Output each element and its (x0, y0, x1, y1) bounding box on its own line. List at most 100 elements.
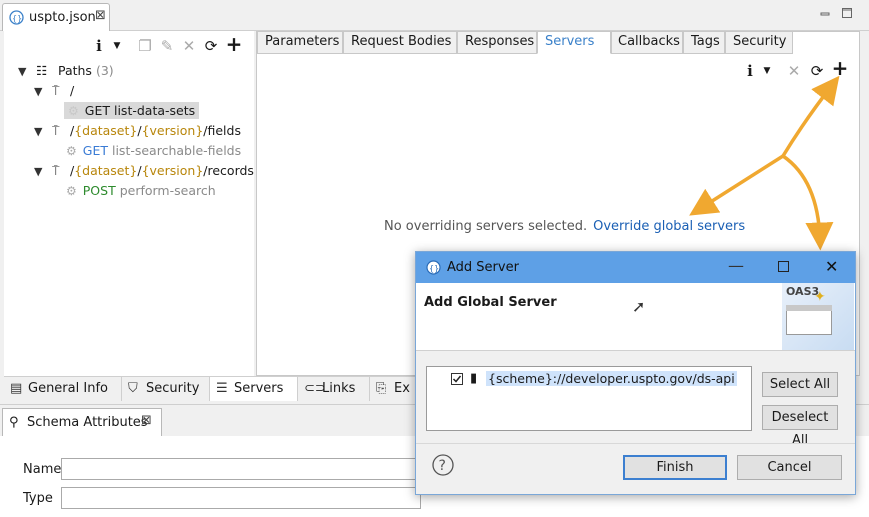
schema-tab-label: Schema Attributes (27, 415, 148, 430)
edit-icon[interactable]: ✎ (158, 37, 176, 55)
select-all-button[interactable]: Select All (762, 372, 838, 397)
svg-text:{}: {} (429, 264, 439, 273)
operation-name: perform-search (119, 183, 216, 198)
tab-label: Ex (394, 381, 410, 396)
root-path-label: / (69, 83, 75, 98)
table-icon: ▤ (10, 381, 23, 396)
chevron-down-icon[interactable]: ▼ (18, 62, 32, 82)
tab-general-info[interactable]: ▤ General Info (4, 377, 122, 401)
tab-callbacks[interactable]: Callbacks (611, 32, 683, 54)
refresh-icon[interactable]: ⟳ (202, 37, 220, 55)
tab-request-bodies[interactable]: Request Bodies (343, 32, 457, 54)
path-pin-icon: ⍑ (51, 83, 60, 98)
selected-operation: ⚙ GET list-data-sets (64, 102, 200, 119)
type-field[interactable] (61, 487, 421, 509)
server-url: {scheme}://developer.uspto.gov/ds-api (486, 371, 737, 386)
shield-icon: ⛉ (128, 381, 138, 396)
examples-icon: ⎘ (376, 381, 387, 396)
tab-label: General Info (28, 381, 108, 396)
editor-tab-uspto[interactable]: {} uspto.json ⊠ (2, 3, 110, 31)
svg-text:?: ? (439, 458, 446, 474)
editor-tabstrip: {} uspto.json ⊠ (0, 0, 869, 31)
schema-attributes-tab[interactable]: ⚲ Schema Attributes ⊠ (2, 408, 162, 437)
dialog-heading: Add Global Server (424, 295, 557, 310)
close-icon[interactable]: ✕ (825, 257, 838, 276)
tree-node-records-path[interactable]: ▼ ⍑ /{dataset}/{version}/records (34, 161, 254, 181)
add-server-dialog: {} Add Server — ✕ Add Global Server ➚ OA… (415, 251, 856, 495)
gear-icon: ⚙ (68, 104, 79, 118)
tab-links[interactable]: ⊂⊃Links (298, 377, 370, 401)
cancel-button[interactable]: Cancel (737, 455, 842, 480)
openapi-file-icon: {} (9, 10, 24, 28)
finish-button[interactable]: Finish (623, 455, 727, 480)
operation-method: GET (84, 103, 110, 118)
openapi-app-icon: {} (426, 260, 441, 278)
refresh-icon[interactable]: ⟳ (808, 62, 826, 80)
tab-security[interactable]: Security (725, 32, 793, 54)
tree-node-root-path[interactable]: ▼ ⍑ / (34, 81, 74, 101)
tab-servers[interactable]: Servers (537, 32, 611, 54)
chevron-down-icon[interactable]: ▼ (34, 162, 48, 182)
close-icon[interactable]: ⊠ (95, 8, 106, 23)
chevron-down-icon[interactable]: ▼ (108, 37, 126, 55)
tab-parameters[interactable]: Parameters (257, 32, 343, 54)
maximize-icon[interactable] (778, 260, 789, 275)
server-icon: ▮ (470, 371, 478, 386)
svg-text:{}: {} (12, 14, 22, 23)
tree-node-list-searchable-fields[interactable]: ⚙ GET list-searchable-fields (66, 141, 241, 161)
name-field[interactable] (61, 458, 421, 480)
tab-servers-bottom[interactable]: ☰ Servers (210, 377, 298, 401)
crescent-graphic (828, 297, 850, 347)
maximize-icon[interactable] (842, 7, 852, 21)
bottom-tab-bar: ▤ General Info ⛉ Security ☰ Servers ⊂⊃Links… (4, 376, 424, 401)
path-pin-icon: ⍑ (51, 163, 60, 178)
server-checkbox[interactable] (451, 373, 463, 385)
tab-security-bottom[interactable]: ⛉ Security (122, 377, 210, 401)
deselect-all-button[interactable]: Deselect All (762, 405, 838, 448)
chevron-down-icon[interactable]: ▼ (34, 82, 48, 102)
override-global-servers-link[interactable]: Override global servers (593, 219, 745, 234)
close-icon[interactable]: ⊠ (141, 413, 152, 428)
oas3-badge: OAS3 ✦ (782, 283, 854, 350)
tab-tags[interactable]: Tags (683, 32, 725, 54)
tree-node-paths[interactable]: ▼ ☷ Paths (3) (18, 61, 114, 81)
dialog-titlebar: {} Add Server — ✕ (416, 252, 855, 283)
help-icon[interactable]: ? (432, 454, 454, 479)
minimize-icon[interactable]: — (728, 256, 744, 275)
minimize-icon[interactable] (820, 7, 830, 21)
tab-responses[interactable]: Responses (457, 32, 537, 54)
info-icon[interactable]: i (741, 62, 759, 80)
mouse-cursor-icon: ➚ (632, 297, 646, 316)
copy-icon[interactable]: ❐ (136, 37, 154, 55)
tree-node-list-data-sets[interactable]: ⚙ GET list-data-sets (64, 101, 200, 121)
no-servers-message: No overriding servers selected. Override … (384, 219, 745, 234)
add-server-icon[interactable]: + (831, 58, 849, 78)
path-param: {version} (141, 123, 204, 138)
operation-method: POST (82, 183, 116, 198)
add-icon[interactable]: + (225, 34, 243, 54)
path-param: {version} (141, 163, 204, 178)
editor-tab-label: uspto.json (29, 10, 96, 25)
path-pin-icon: ⍑ (51, 123, 60, 138)
gear-icon: ⚙ (66, 184, 77, 198)
dialog-title: Add Server (447, 260, 519, 275)
link-icon: ⊂⊃ (304, 381, 326, 396)
server-list: ▮ {scheme}://developer.uspto.gov/ds-api (426, 366, 752, 431)
operation-name: list-searchable-fields (111, 143, 242, 158)
operation-name: list-data-sets (113, 103, 196, 118)
chevron-down-icon[interactable]: ▼ (34, 122, 48, 142)
chevron-down-icon[interactable]: ▼ (758, 62, 776, 80)
tree-node-fields-path[interactable]: ▼ ⍑ /{dataset}/{version}/fields (34, 121, 241, 141)
delete-icon[interactable]: ✕ (180, 37, 198, 55)
tree-node-perform-search[interactable]: ⚙ POST perform-search (66, 181, 216, 201)
paths-count: (3) (95, 63, 114, 78)
type-label: Type (23, 491, 53, 506)
paths-label: Paths (57, 63, 92, 78)
paths-tree-panel: i ▼ ❐ ✎ ✕ ⟳ + ▼ ☷ Paths (3) ▼ ⍑ / ⚙ GET l… (4, 31, 254, 376)
path-param: {dataset} (74, 163, 138, 178)
dialog-header: Add Global Server ➚ OAS3 ✦ (416, 283, 855, 351)
paths-folder-icon: ☷ (35, 63, 48, 78)
info-icon[interactable]: i (90, 37, 108, 55)
delete-icon[interactable]: ✕ (785, 62, 803, 80)
path-seg: /fields (203, 123, 241, 138)
